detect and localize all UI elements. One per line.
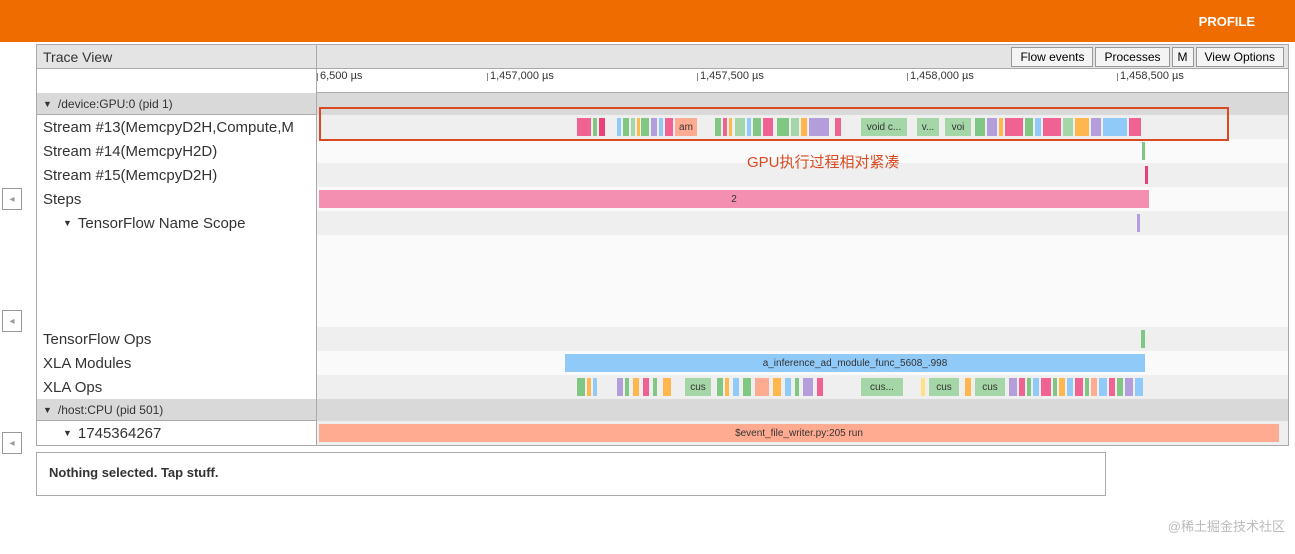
side-tab-1[interactable]: ◂: [2, 188, 22, 210]
view-options-button[interactable]: View Options: [1196, 47, 1284, 67]
row-name-scope[interactable]: ▼TensorFlow Name Scope: [37, 211, 316, 235]
row-steps[interactable]: Steps: [37, 187, 316, 211]
side-tab-2[interactable]: ◂: [2, 310, 22, 332]
trace-view-title: Trace View: [43, 49, 112, 65]
m-button[interactable]: M: [1172, 47, 1194, 67]
cpu-section-header[interactable]: ▼/host:CPU (pid 501): [37, 399, 316, 421]
steps-track[interactable]: 2: [317, 187, 1288, 211]
profile-tab[interactable]: PROFILE: [1199, 14, 1255, 29]
chevron-down-icon: ▼: [43, 405, 52, 415]
chevron-down-icon: ▼: [43, 99, 52, 109]
selection-footer: Nothing selected. Tap stuff.: [36, 452, 1106, 496]
row-thread[interactable]: ▼1745364267: [37, 421, 316, 445]
watermark: @稀土掘金技术社区: [1168, 516, 1285, 535]
row-stream14[interactable]: Stream #14(MemcpyH2D): [37, 139, 316, 163]
processes-button[interactable]: Processes: [1095, 47, 1169, 67]
cpu-thread-track[interactable]: $event_file_writer.py:205 run: [317, 421, 1288, 445]
row-stream15[interactable]: Stream #15(MemcpyD2H): [37, 163, 316, 187]
xla-ops-track[interactable]: cus cus... cus cus: [317, 375, 1288, 399]
time-ruler[interactable]: 6,500 µs1,457,000 µs1,457,500 µs1,458,00…: [317, 69, 1288, 93]
stream13-track[interactable]: am void c... v... voi: [317, 115, 1288, 139]
row-xlamod[interactable]: XLA Modules: [37, 351, 316, 375]
xla-modules-track[interactable]: a_inference_ad_module_func_5608_.998: [317, 351, 1288, 375]
side-tab-3[interactable]: ◂: [2, 432, 22, 454]
chevron-down-icon: ▼: [63, 218, 72, 228]
row-xlaops[interactable]: XLA Ops: [37, 375, 316, 399]
row-stream13[interactable]: Stream #13(MemcpyD2H,Compute,M: [37, 115, 316, 139]
name-scope-track[interactable]: [317, 211, 1288, 235]
gpu-section-header[interactable]: ▼/device:GPU:0 (pid 1): [37, 93, 316, 115]
annotation-text: GPU执行过程相对紧凑: [747, 151, 900, 172]
row-tfops[interactable]: TensorFlow Ops: [37, 327, 316, 351]
tfops-track[interactable]: [317, 327, 1288, 351]
chevron-down-icon: ▼: [63, 428, 72, 438]
flow-events-button[interactable]: Flow events: [1011, 47, 1093, 67]
